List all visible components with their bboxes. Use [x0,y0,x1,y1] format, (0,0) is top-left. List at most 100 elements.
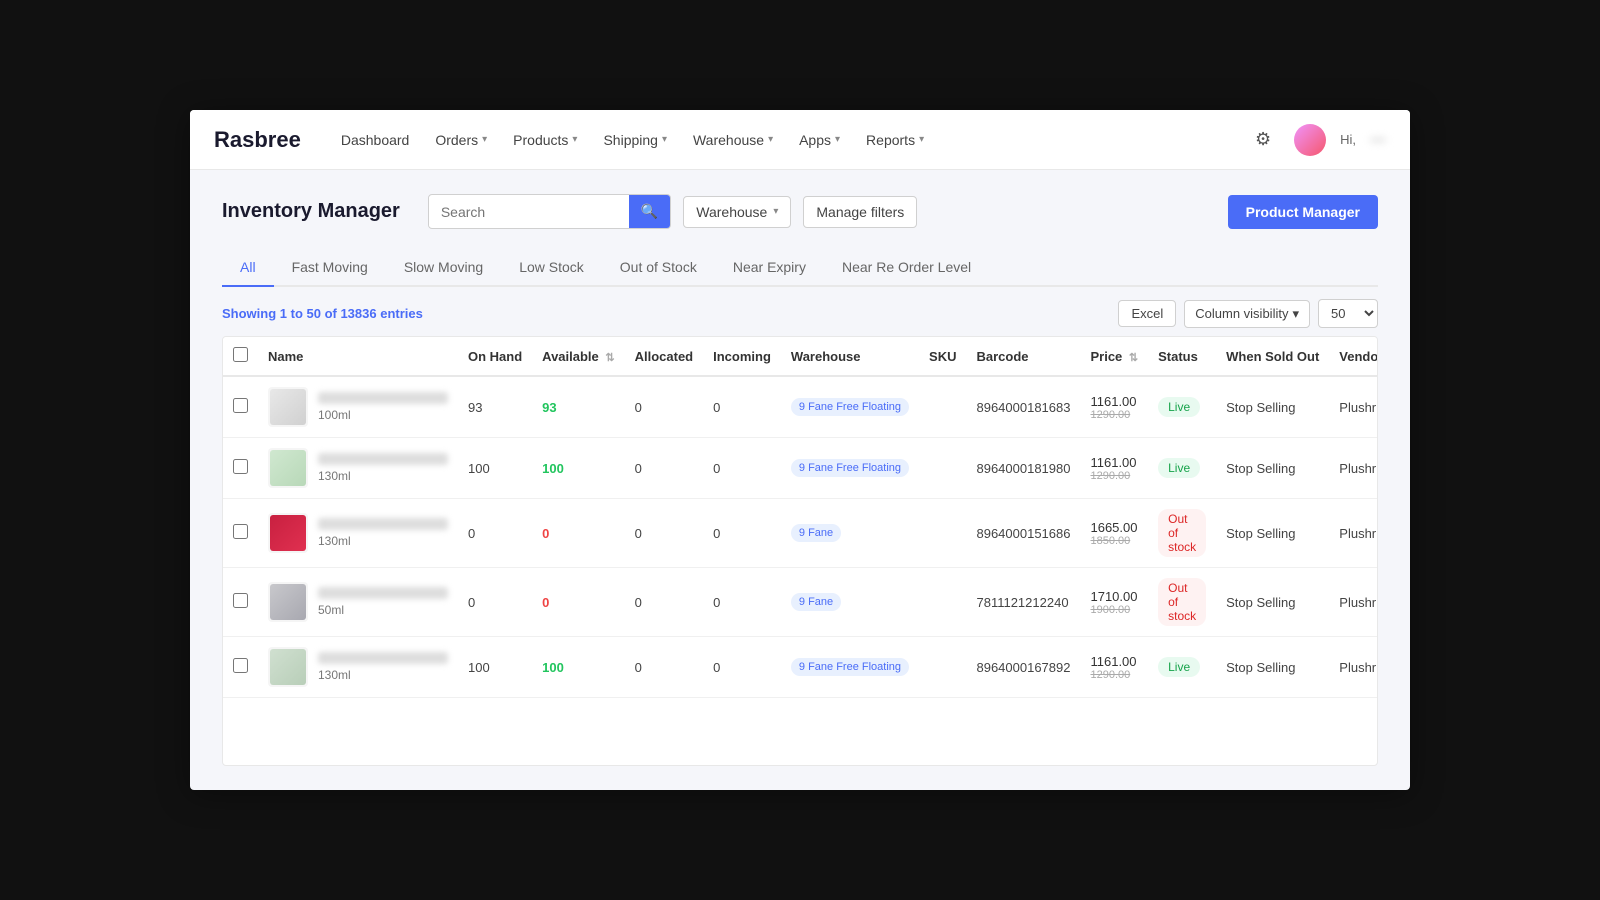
col-price: Price ⇅ [1080,337,1148,376]
row-name-cell: 50ml [258,568,458,637]
row-on-hand: 0 [458,499,532,568]
main-content: Inventory Manager 🔍 Warehouse ▾ Manage f… [190,170,1410,790]
row-checkbox-cell [223,637,258,698]
nav-item-shipping[interactable]: Shipping▾ [591,124,679,156]
manage-filters-button[interactable]: Manage filters [803,196,917,228]
tab-low-stock[interactable]: Low Stock [501,249,602,287]
row-checkbox[interactable] [233,593,248,608]
status-badge: Live [1158,657,1200,677]
tab-slow-moving[interactable]: Slow Moving [386,249,501,287]
price-old: 1290.00 [1090,409,1138,421]
chevron-warehouse-icon: ▾ [768,134,773,145]
row-checkbox[interactable] [233,524,248,539]
brand-logo[interactable]: Rasbree [214,127,301,153]
sort-icon: ⇅ [605,351,614,364]
product-manager-button[interactable]: Product Manager [1228,195,1378,229]
product-image [268,448,308,488]
product-image [268,582,308,622]
warehouse-dropdown[interactable]: Warehouse ▾ [683,196,791,228]
tab-near-reorder[interactable]: Near Re Order Level [824,249,989,287]
col-on-hand: On Hand [458,337,532,376]
navbar: Rasbree DashboardOrders▾Products▾Shippin… [190,110,1410,170]
tab-all[interactable]: All [222,249,274,287]
col-when-sold-out: When Sold Out [1216,337,1329,376]
product-name-blurred [318,652,448,664]
product-sub-label: 130ml [318,469,448,483]
row-barcode: 8964000151686 [966,499,1080,568]
price-current: 1161.00 [1090,394,1138,409]
excel-button[interactable]: Excel [1118,300,1176,327]
product-name-blurred [318,453,448,465]
per-page-select[interactable]: 50 100 200 [1318,299,1378,328]
col-status: Status [1148,337,1216,376]
product-sub-label: 130ml [318,534,448,548]
row-status: Live [1148,637,1216,698]
user-name [1370,138,1386,142]
tab-near-expiry[interactable]: Near Expiry [715,249,824,287]
nav-item-warehouse[interactable]: Warehouse▾ [681,124,785,156]
product-image [268,387,308,427]
row-sku [919,637,966,698]
nav-right: ⚙ Hi, [1246,123,1386,157]
tab-out-of-stock[interactable]: Out of Stock [602,249,715,287]
row-sku [919,438,966,499]
row-allocated: 0 [625,499,704,568]
product-name-blurred [318,518,448,530]
row-vendor: Plushr [1329,568,1378,637]
row-when-sold-out: Stop Selling [1216,637,1329,698]
col-vis-chevron: ▾ [1292,306,1299,322]
page-title: Inventory Manager [222,200,400,223]
row-barcode: 8964000181980 [966,438,1080,499]
nav-item-products[interactable]: Products▾ [501,124,589,156]
warehouse-badge: 9 Fane [791,593,841,611]
tabs: AllFast MovingSlow MovingLow StockOut of… [222,249,1378,287]
settings-icon[interactable]: ⚙ [1246,123,1280,157]
column-visibility-button[interactable]: Column visibility ▾ [1184,300,1310,328]
warehouse-badge: 9 Fane [791,524,841,542]
row-barcode: 8964000167892 [966,637,1080,698]
hi-label: Hi, [1340,132,1356,147]
sort-icon-price: ⇅ [1129,351,1138,364]
row-checkbox-cell [223,376,258,438]
table-controls: Excel Column visibility ▾ 50 100 200 [1118,299,1378,328]
row-price: 1710.001900.00 [1080,568,1148,637]
nav-item-dashboard[interactable]: Dashboard [329,124,422,156]
row-checkbox[interactable] [233,459,248,474]
avatar [1294,124,1326,156]
status-badge: Out of stock [1158,509,1206,557]
row-status: Live [1148,376,1216,438]
row-checkbox-cell [223,499,258,568]
chevron-reports-icon: ▾ [919,134,924,145]
row-on-hand: 93 [458,376,532,438]
row-sku [919,499,966,568]
warehouse-badge: 9 Fane Free Floating [791,459,909,477]
col-name: Name [258,337,458,376]
col-allocated: Allocated [625,337,704,376]
row-incoming: 0 [703,499,781,568]
col-sku: SKU [919,337,966,376]
nav-item-orders[interactable]: Orders▾ [423,124,499,156]
row-price: 1161.001290.00 [1080,438,1148,499]
showing-suffix: entries [377,306,423,321]
price-old: 1290.00 [1090,470,1138,482]
row-vendor: Plushr [1329,376,1378,438]
product-image [268,647,308,687]
row-when-sold-out: Stop Selling [1216,438,1329,499]
tab-fast-moving[interactable]: Fast Moving [274,249,386,287]
nav-item-apps[interactable]: Apps▾ [787,124,852,156]
search-button[interactable]: 🔍 [629,195,670,228]
row-available: 93 [532,376,624,438]
row-incoming: 0 [703,376,781,438]
col-vendor: Vendo [1329,337,1378,376]
search-input[interactable] [429,197,629,227]
row-checkbox[interactable] [233,398,248,413]
row-on-hand: 0 [458,568,532,637]
row-checkbox-cell [223,438,258,499]
nav-item-reports[interactable]: Reports▾ [854,124,936,156]
product-name-blurred [318,587,448,599]
row-on-hand: 100 [458,438,532,499]
price-current: 1161.00 [1090,455,1138,470]
select-all-checkbox[interactable] [233,347,248,362]
product-image [268,513,308,553]
row-checkbox[interactable] [233,658,248,673]
